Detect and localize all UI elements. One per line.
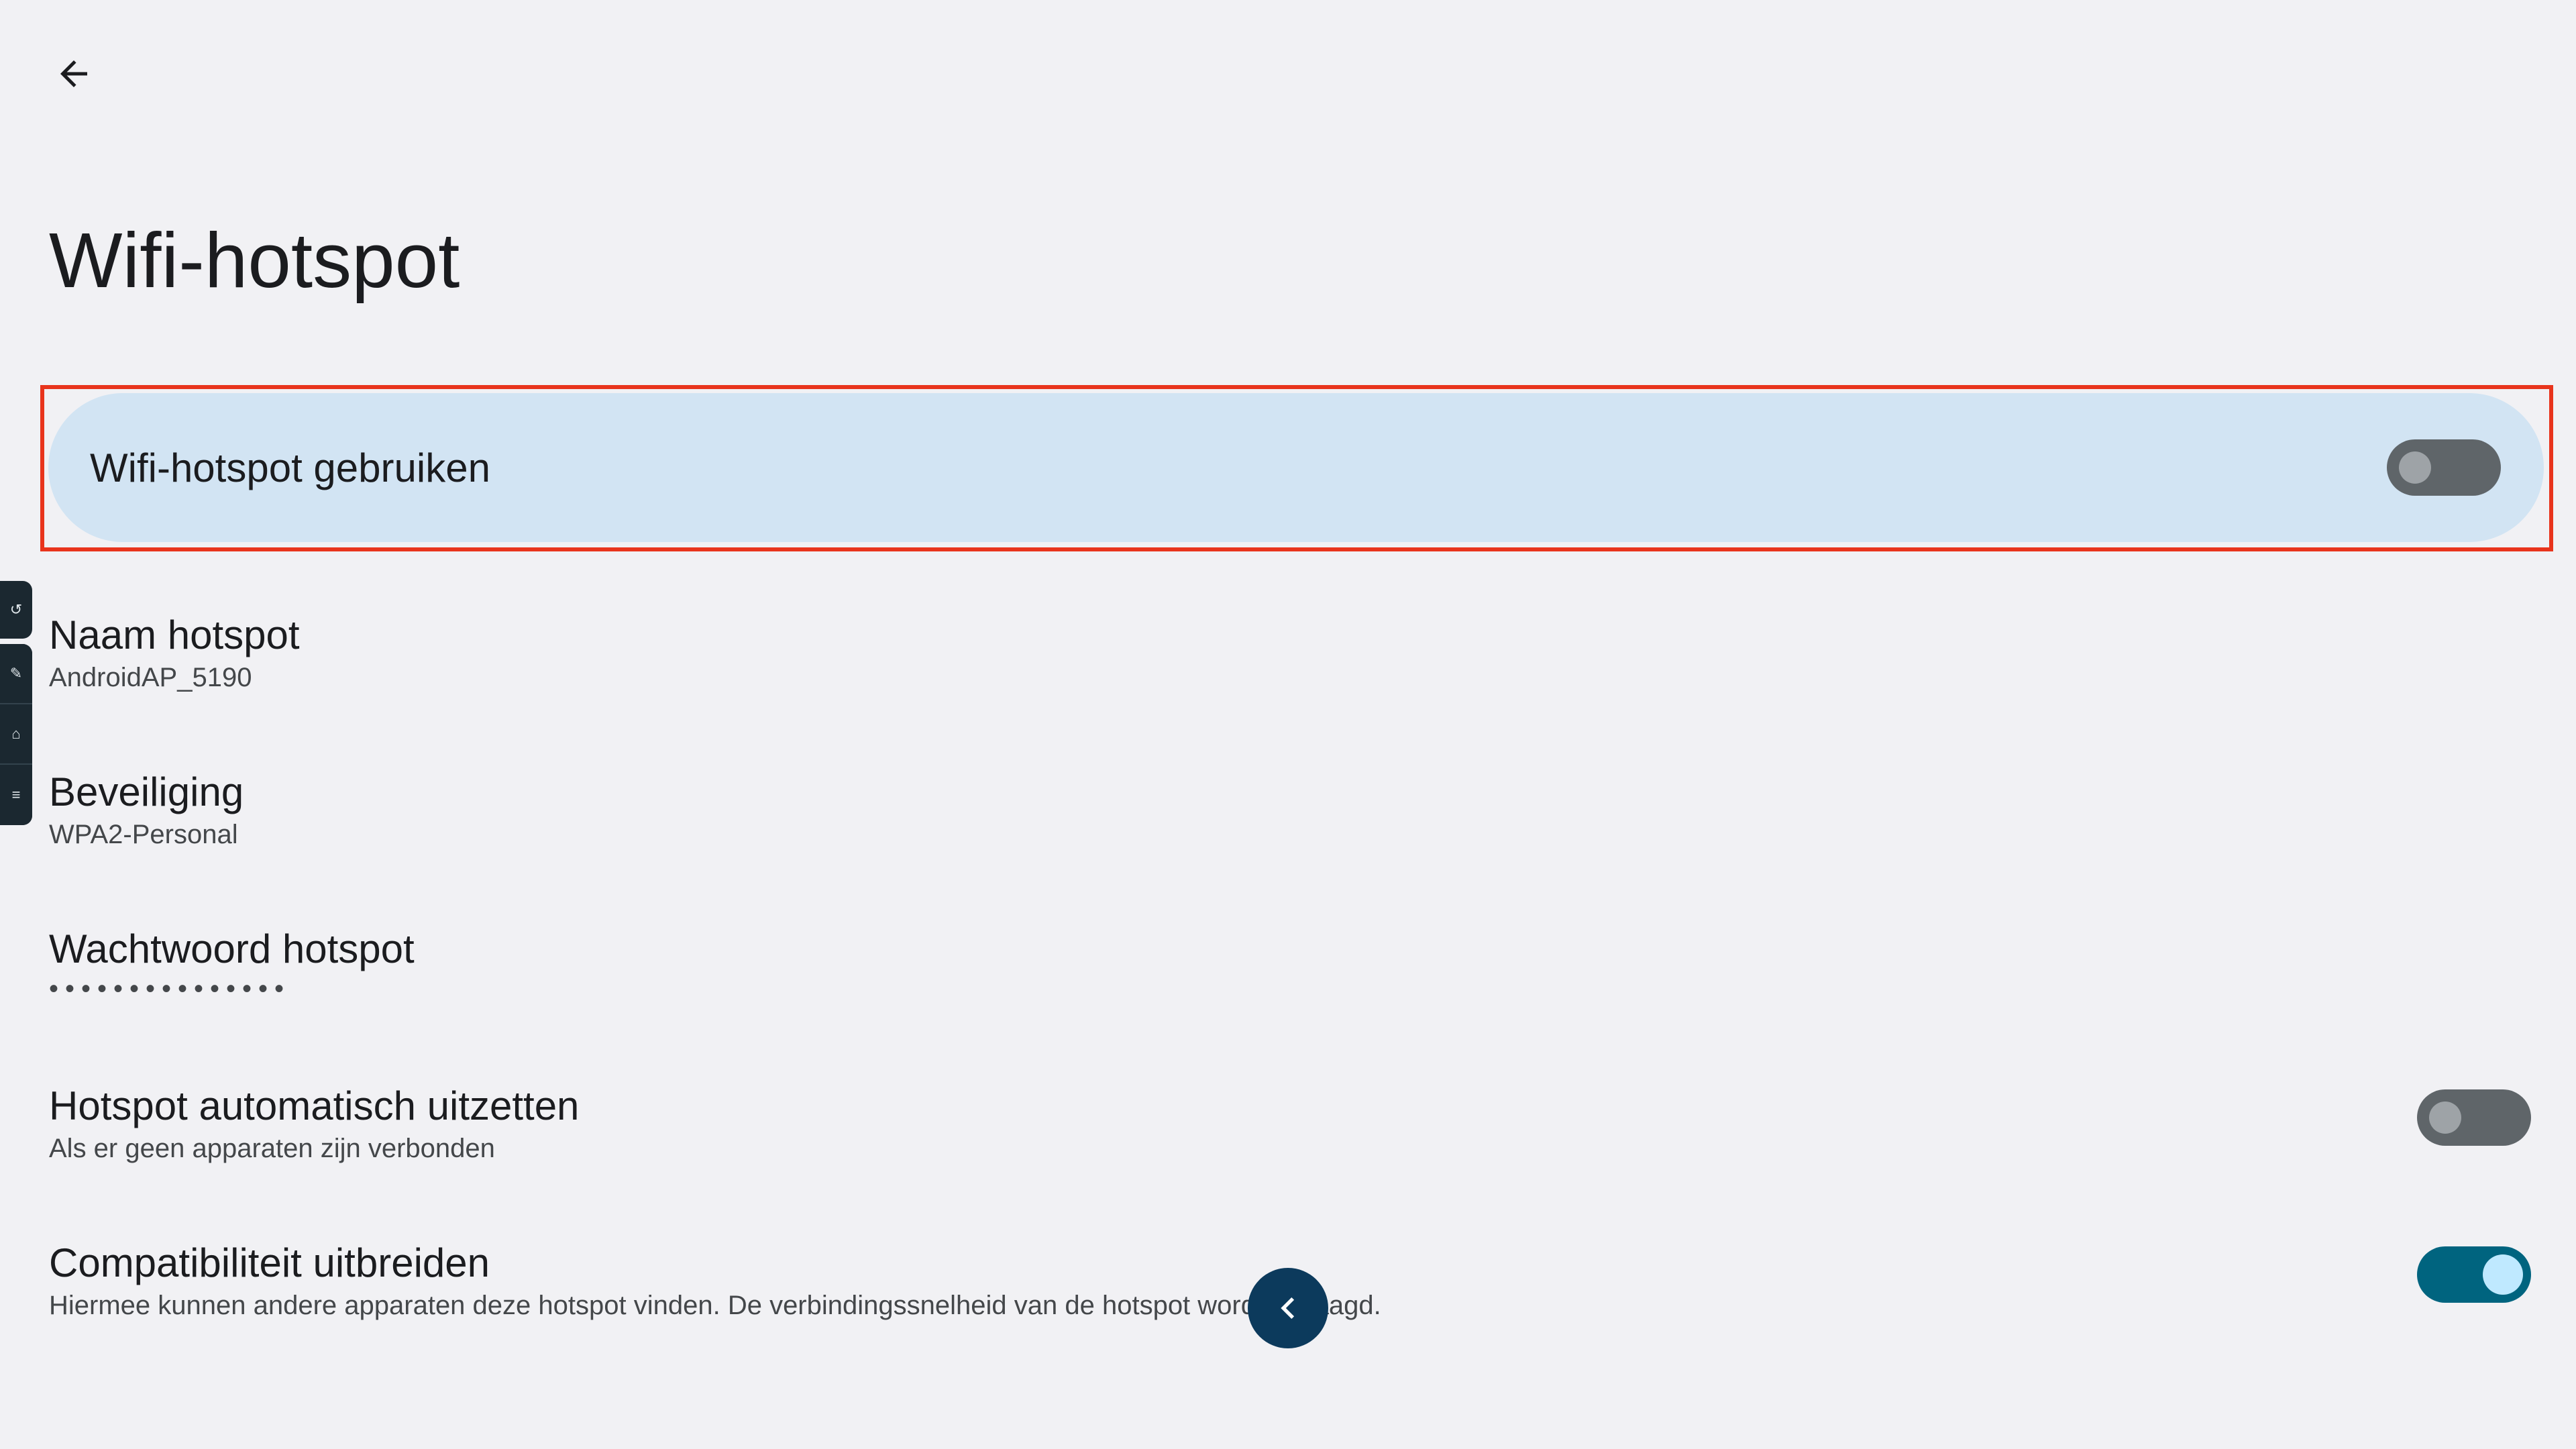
pref-title: Hotspot automatisch uitzetten [49,1083,580,1128]
arrow-left-icon [60,60,87,87]
auto-off-switch[interactable] [2417,1089,2531,1146]
pref-summary: WPA2-Personal [49,820,238,849]
home-button[interactable]: ⌂ [0,704,32,765]
menu-icon: ≡ [11,786,21,803]
hotspot-name-pref[interactable]: Naam hotspot AndroidAP_5190 [49,613,2531,693]
page-title: Wifi-hotspot [49,217,460,304]
master-switch-label: Wifi-hotspot gebruiken [90,445,490,490]
master-switch-row[interactable]: Wifi-hotspot gebruiken [48,393,2544,542]
switch-knob [2399,451,2431,484]
back-button[interactable] [34,34,114,114]
home-icon: ⌂ [11,725,21,742]
pref-summary: Als er geen apparaten zijn verbonden [49,1134,495,1163]
switch-knob [2483,1254,2523,1295]
pref-title: Naam hotspot [49,612,300,657]
floating-back-button[interactable] [1248,1268,1328,1348]
side-toolbar-group: ✎ ⌂ ≡ [0,644,32,825]
rotate-icon: ↺ [9,601,23,618]
pref-title: Beveiliging [49,769,244,814]
pin-button[interactable]: ✎ [0,644,32,704]
password-pref[interactable]: Wachtwoord hotspot ••••••••••••••• [49,927,2531,1004]
pin-icon: ✎ [9,665,23,682]
security-pref[interactable]: Beveiliging WPA2-Personal [49,770,2531,850]
rotate-button[interactable]: ↺ [0,581,32,639]
pref-title: Wachtwoord hotspot [49,926,415,971]
auto-off-pref[interactable]: Hotspot automatisch uitzetten Als er gee… [49,1084,2531,1164]
chevron-left-icon [1281,1297,1295,1319]
menu-button[interactable]: ≡ [0,765,32,825]
master-switch[interactable] [2387,439,2501,496]
pref-summary: AndroidAP_5190 [49,663,252,692]
compatibility-switch[interactable] [2417,1246,2531,1303]
hotspot-settings-page: Wifi-hotspot Wifi-hotspot gebruiken Naam… [0,0,2576,1449]
password-masked: ••••••••••••••• [49,974,291,1004]
side-toolbar: ↺ ✎ ⌂ ≡ [0,581,32,825]
switch-knob [2429,1102,2461,1134]
